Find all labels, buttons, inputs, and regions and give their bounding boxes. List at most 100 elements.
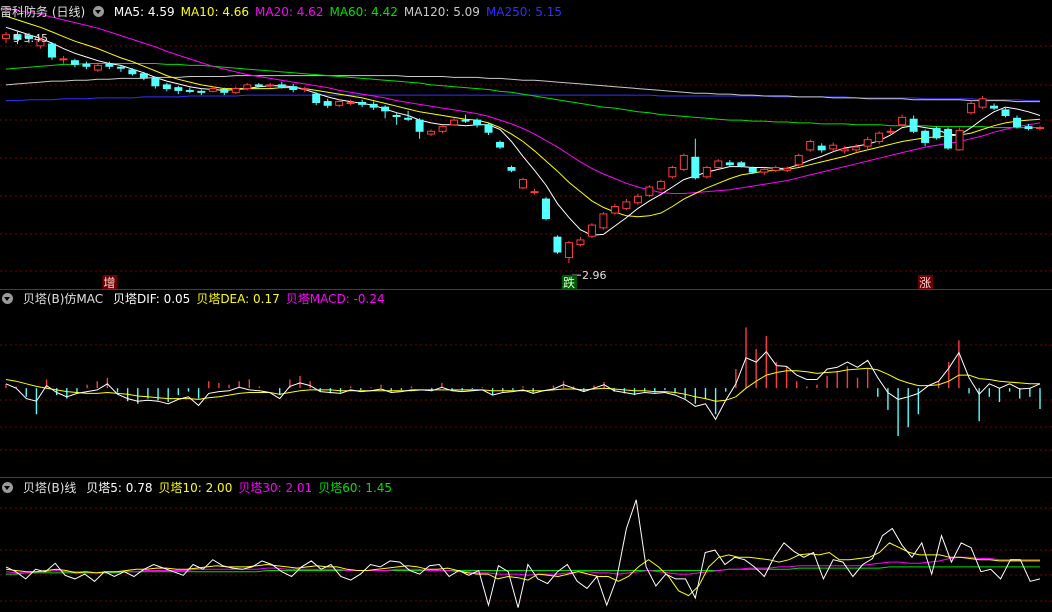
candle-down bbox=[277, 84, 286, 88]
beta-line-panel bbox=[0, 499, 1052, 608]
candle-up bbox=[576, 239, 585, 246]
candle-down bbox=[312, 93, 321, 104]
candle-up bbox=[622, 201, 631, 209]
candle-down bbox=[415, 119, 424, 132]
candle-up bbox=[438, 126, 447, 132]
dropdown-icon[interactable] bbox=[2, 293, 13, 304]
candle-up bbox=[852, 146, 861, 151]
candle-down bbox=[174, 87, 183, 91]
candle-down bbox=[496, 141, 505, 148]
candle-down bbox=[47, 43, 56, 58]
candle-up bbox=[93, 64, 102, 71]
dropdown-icon[interactable] bbox=[2, 482, 13, 493]
candle-down bbox=[162, 84, 171, 90]
candle-down bbox=[507, 167, 516, 171]
candle-up bbox=[208, 88, 217, 92]
candle-up bbox=[633, 195, 642, 204]
legend-entry: 贝塔DEA: 0.17 bbox=[196, 292, 280, 306]
candle-down bbox=[116, 66, 125, 69]
candle-up bbox=[599, 213, 608, 229]
candle-down bbox=[151, 77, 160, 87]
candle-down bbox=[1024, 126, 1033, 130]
signal-tag: 跌 bbox=[563, 275, 575, 290]
macd-panel-header: 贝塔(B)仿MAC 贝塔DIF: 0.05 贝塔DEA: 0.17 贝塔MACD: … bbox=[0, 290, 397, 308]
dea-line bbox=[5, 367, 1040, 402]
candle-up bbox=[519, 179, 527, 189]
candle-down bbox=[381, 106, 390, 112]
legend-entry: MA120: 5.09 bbox=[403, 5, 480, 19]
candle-down bbox=[70, 60, 79, 65]
candle-down bbox=[725, 162, 734, 166]
candle-down bbox=[541, 198, 550, 220]
candle-down bbox=[105, 63, 114, 67]
beta-series-line bbox=[5, 556, 1040, 576]
ma250-line bbox=[6, 94, 1040, 102]
stock-title: 雷科防务 (日线) bbox=[0, 5, 86, 19]
candle-up bbox=[967, 102, 976, 114]
candle-down bbox=[921, 130, 930, 143]
candle-down bbox=[1001, 109, 1010, 117]
candle-down bbox=[197, 90, 206, 93]
candle-down bbox=[691, 156, 700, 179]
candle-down bbox=[944, 128, 953, 149]
candle-down bbox=[737, 162, 746, 167]
dif-line bbox=[5, 350, 1041, 421]
candle-up bbox=[610, 206, 619, 214]
candle-up bbox=[875, 132, 884, 142]
candle-down bbox=[484, 124, 493, 133]
candle-up bbox=[978, 98, 987, 108]
candle-up bbox=[714, 160, 723, 168]
legend-entry: MA5: 4.59 bbox=[113, 5, 175, 19]
legend-entry: 贝塔DIF: 0.05 bbox=[112, 292, 191, 306]
legend-entry: 贝塔MACD: -0.24 bbox=[285, 292, 385, 306]
low-price-label: 2.96 bbox=[582, 269, 607, 282]
candle-up bbox=[840, 148, 849, 152]
panel-divider bbox=[0, 477, 1052, 478]
candle-down bbox=[461, 119, 470, 122]
candle-down bbox=[748, 167, 757, 173]
candle-down bbox=[185, 89, 194, 92]
macd-panel-title: 贝塔(B)仿MAC bbox=[22, 292, 104, 306]
legend-entry: MA20: 4.62 bbox=[255, 5, 324, 19]
candle-down bbox=[128, 69, 137, 75]
candle-down bbox=[909, 118, 918, 132]
candle-up bbox=[863, 139, 872, 147]
candle-down bbox=[473, 119, 482, 126]
signal-tag: 增 bbox=[103, 276, 115, 290]
ma20-line bbox=[5, 8, 1041, 194]
candle-up bbox=[346, 102, 355, 104]
dropdown-icon[interactable] bbox=[93, 6, 105, 17]
ma5-line bbox=[5, 26, 1041, 236]
legend-entry: MA250: 5.15 bbox=[485, 5, 562, 19]
candle-up bbox=[656, 180, 665, 190]
candle-down bbox=[254, 84, 263, 87]
candle-down bbox=[1013, 117, 1022, 128]
candle-down bbox=[82, 63, 91, 67]
candle-up bbox=[702, 167, 711, 178]
candle-down bbox=[553, 236, 562, 253]
candle-up bbox=[266, 84, 275, 87]
line-panel-title: 贝塔(B)线 bbox=[22, 481, 77, 495]
candle-up bbox=[1036, 127, 1044, 130]
macd-panel bbox=[0, 327, 1052, 451]
candle-up bbox=[645, 186, 654, 196]
candle-up bbox=[2, 34, 10, 39]
candle-up bbox=[783, 167, 792, 171]
line-panel-header: 贝塔(B)线 贝塔5: 0.78 贝塔10: 2.00 贝塔30: 2.01 贝塔60… bbox=[0, 479, 404, 497]
legend-entry: 贝塔10: 2.00 bbox=[158, 481, 233, 495]
candle-up bbox=[530, 191, 539, 194]
legend-entry: MA60: 4.42 bbox=[329, 5, 398, 19]
candle-up bbox=[427, 130, 436, 135]
high-price-label: 5 5.45 bbox=[13, 32, 48, 45]
candle-up bbox=[587, 224, 596, 237]
candle-up bbox=[59, 58, 68, 61]
legend-entry: MA10: 4.66 bbox=[180, 5, 250, 19]
candle-down bbox=[358, 102, 367, 105]
candle-up bbox=[886, 130, 895, 133]
ma-legend: MA5: 4.59 MA10: 4.66 MA20: 4.62 MA60: 4.42 M… bbox=[114, 5, 568, 19]
beta-legend: 贝塔5: 0.78 贝塔10: 2.00 贝塔30: 2.01 贝塔60: 1.45 bbox=[86, 481, 398, 495]
candle-down bbox=[990, 105, 999, 109]
candle-down bbox=[220, 89, 229, 93]
candle-up bbox=[450, 119, 459, 126]
main-panel-header: 雷科防务 (日线) MA5: 4.59 MA10: 4.66 MA20: 4.62 M… bbox=[0, 3, 574, 21]
